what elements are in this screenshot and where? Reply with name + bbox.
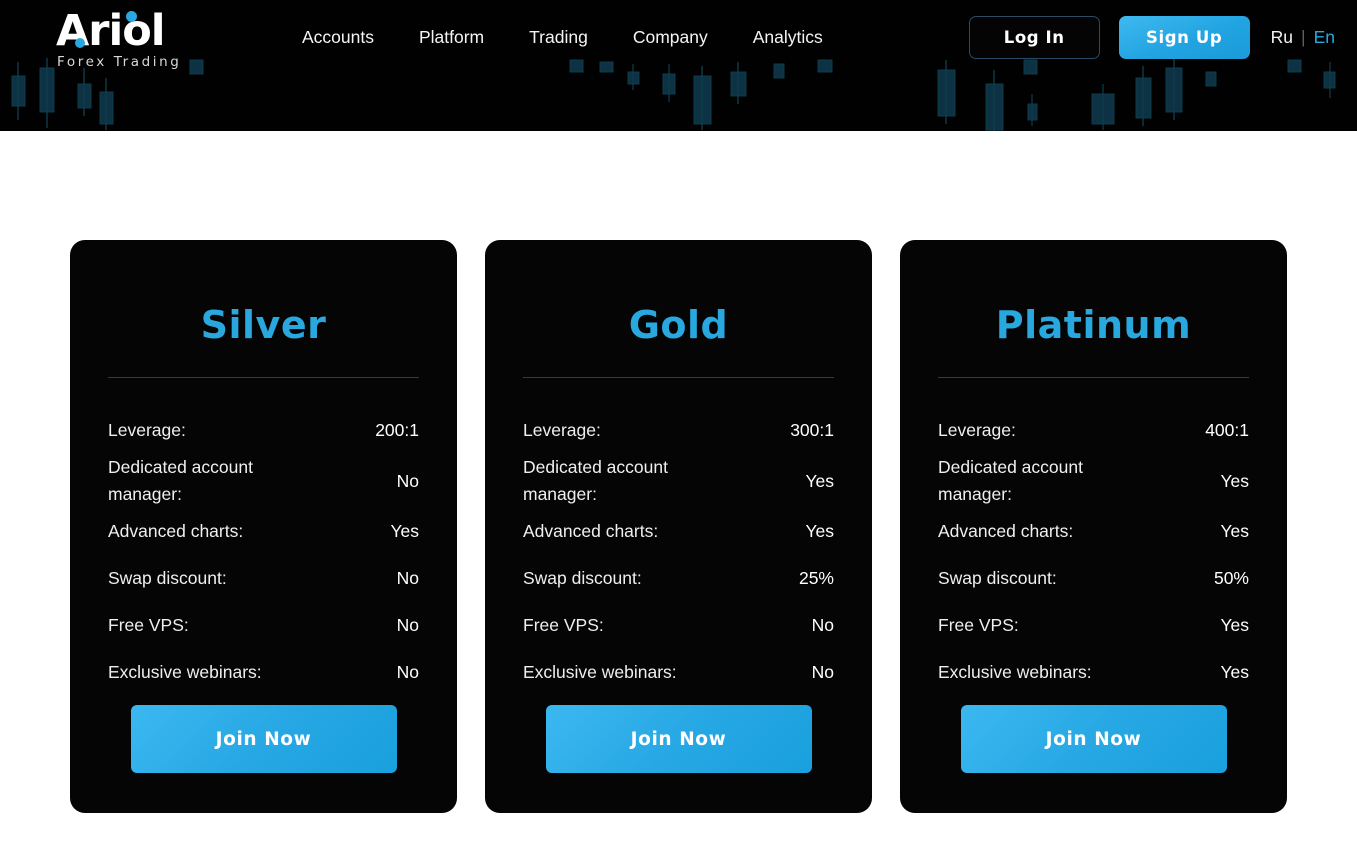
site-header: Ariol Forex Trading Accounts Platform Tr… bbox=[0, 0, 1357, 131]
feature-label: Advanced charts: bbox=[108, 521, 244, 541]
plan-title: Gold bbox=[628, 303, 729, 347]
feature-row: Dedicated account manager: Yes bbox=[523, 454, 834, 508]
feature-value: Yes bbox=[1220, 470, 1249, 491]
feature-value: 400:1 bbox=[1205, 420, 1249, 440]
feature-label: Dedicated account manager: bbox=[523, 457, 668, 504]
cta-wrapper: Join Now bbox=[523, 705, 834, 773]
feature-label: Swap discount: bbox=[938, 568, 1057, 588]
feature-value: Yes bbox=[1220, 521, 1249, 541]
feature-label: Leverage: bbox=[108, 420, 186, 440]
feature-row: Exclusive webinars: Yes bbox=[938, 649, 1249, 696]
feature-value: No bbox=[396, 662, 419, 682]
feature-label: Leverage: bbox=[938, 420, 1016, 440]
feature-row: Advanced charts: Yes bbox=[938, 508, 1249, 555]
feature-label: Free VPS: bbox=[523, 615, 604, 635]
language-option-en[interactable]: En bbox=[1314, 27, 1335, 48]
plans-row: Silver Leverage: 200:1 Dedicated account… bbox=[0, 240, 1357, 813]
feature-row: Exclusive webinars: No bbox=[523, 649, 834, 696]
feature-value: No bbox=[811, 662, 834, 682]
feature-row: Free VPS: No bbox=[523, 602, 834, 649]
feature-row: Swap discount: 25% bbox=[523, 555, 834, 602]
language-switcher: Ru | En bbox=[1271, 27, 1335, 48]
join-now-button[interactable]: Join Now bbox=[545, 705, 812, 773]
account-plans-section: Silver Leverage: 200:1 Dedicated account… bbox=[0, 131, 1357, 850]
main-navigation: Accounts Platform Trading Company Analyt… bbox=[302, 8, 823, 66]
feature-list: Leverage: 300:1 Dedicated account manage… bbox=[523, 407, 834, 696]
nav-item-analytics[interactable]: Analytics bbox=[753, 27, 823, 48]
feature-label: Leverage: bbox=[523, 420, 601, 440]
feature-label: Swap discount: bbox=[523, 568, 642, 588]
feature-row: Dedicated account manager: Yes bbox=[938, 454, 1249, 508]
brand-tagline: Forex Trading bbox=[57, 54, 182, 70]
brand-wordmark: Ariol bbox=[48, 10, 198, 53]
cta-wrapper: Join Now bbox=[938, 705, 1249, 773]
logo-dot-a-icon bbox=[75, 38, 85, 48]
feature-row: Dedicated account manager: No bbox=[108, 454, 419, 508]
feature-row: Swap discount: No bbox=[108, 555, 419, 602]
feature-value: Yes bbox=[390, 521, 419, 541]
feature-label: Free VPS: bbox=[108, 615, 189, 635]
nav-item-trading[interactable]: Trading bbox=[529, 27, 588, 48]
logo-dot-i-icon bbox=[126, 11, 137, 22]
nav-item-accounts[interactable]: Accounts bbox=[302, 27, 374, 48]
feature-label: Dedicated account manager: bbox=[108, 457, 253, 504]
feature-row: Free VPS: Yes bbox=[938, 602, 1249, 649]
feature-value: 50% bbox=[1213, 568, 1249, 588]
feature-value: Yes bbox=[1220, 615, 1249, 635]
feature-label: Dedicated account manager: bbox=[938, 457, 1083, 504]
feature-label: Exclusive webinars: bbox=[523, 662, 677, 682]
cta-wrapper: Join Now bbox=[108, 705, 419, 773]
feature-label: Advanced charts: bbox=[523, 521, 659, 541]
feature-value: Yes bbox=[1220, 662, 1249, 682]
brand-logo[interactable]: Ariol Forex Trading bbox=[48, 8, 198, 71]
feature-row: Leverage: 200:1 bbox=[108, 407, 419, 454]
feature-value: No bbox=[396, 470, 419, 491]
plan-divider bbox=[523, 377, 834, 378]
feature-list: Leverage: 200:1 Dedicated account manage… bbox=[108, 407, 419, 696]
feature-value: Yes bbox=[805, 521, 834, 541]
plan-title: Platinum bbox=[995, 303, 1192, 347]
plan-divider bbox=[938, 377, 1249, 378]
feature-label: Swap discount: bbox=[108, 568, 227, 588]
feature-value: 200:1 bbox=[375, 420, 419, 440]
feature-value: Yes bbox=[805, 470, 834, 491]
sign-up-button[interactable]: Sign Up bbox=[1118, 15, 1250, 59]
feature-value: No bbox=[396, 568, 419, 588]
plan-card-gold: Gold Leverage: 300:1 Dedicated account m… bbox=[485, 240, 872, 813]
feature-label: Exclusive webinars: bbox=[938, 662, 1092, 682]
brand-name-text: Ariol bbox=[56, 6, 166, 56]
feature-row: Leverage: 300:1 bbox=[523, 407, 834, 454]
feature-row: Leverage: 400:1 bbox=[938, 407, 1249, 454]
feature-row: Advanced charts: Yes bbox=[523, 508, 834, 555]
feature-value: No bbox=[811, 615, 834, 635]
feature-value: 25% bbox=[798, 568, 834, 588]
feature-list: Leverage: 400:1 Dedicated account manage… bbox=[938, 407, 1249, 696]
feature-label: Free VPS: bbox=[938, 615, 1019, 635]
feature-value: No bbox=[396, 615, 419, 635]
feature-row: Advanced charts: Yes bbox=[108, 508, 419, 555]
plan-divider bbox=[108, 377, 419, 378]
plan-card-platinum: Platinum Leverage: 400:1 Dedicated accou… bbox=[900, 240, 1287, 813]
language-option-ru[interactable]: Ru bbox=[1271, 27, 1293, 48]
auth-area: Log In Sign Up Ru | En bbox=[968, 8, 1335, 66]
feature-label: Exclusive webinars: bbox=[108, 662, 262, 682]
feature-row: Swap discount: 50% bbox=[938, 555, 1249, 602]
nav-item-platform[interactable]: Platform bbox=[419, 27, 484, 48]
feature-row: Exclusive webinars: No bbox=[108, 649, 419, 696]
feature-label: Advanced charts: bbox=[938, 521, 1074, 541]
join-now-button[interactable]: Join Now bbox=[960, 705, 1227, 773]
join-now-button[interactable]: Join Now bbox=[130, 705, 397, 773]
log-in-button[interactable]: Log In bbox=[968, 15, 1100, 59]
feature-row: Free VPS: No bbox=[108, 602, 419, 649]
plan-card-silver: Silver Leverage: 200:1 Dedicated account… bbox=[70, 240, 457, 813]
header-bar: Ariol Forex Trading Accounts Platform Tr… bbox=[0, 0, 1357, 75]
plan-title: Silver bbox=[200, 303, 327, 347]
nav-item-company[interactable]: Company bbox=[633, 27, 708, 48]
language-separator: | bbox=[1301, 26, 1306, 47]
feature-value: 300:1 bbox=[790, 420, 834, 440]
